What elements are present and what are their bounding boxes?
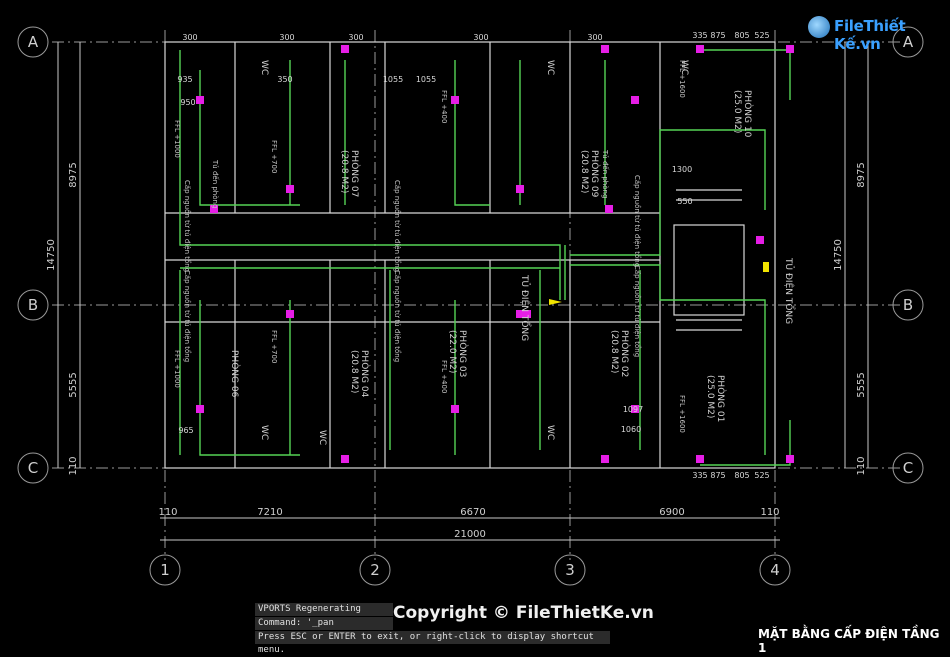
room-09: PHÒNG 09 (589, 150, 601, 198)
dim-525-b: 525 (754, 471, 769, 480)
dim-805-b: 805 (734, 471, 749, 480)
feed-label-1: Cấp nguồn từ tủ điện tổng (183, 180, 192, 272)
axis-1: 1 (160, 561, 170, 579)
axis-b-right: B (903, 296, 913, 314)
sheet-title: MẶT BẰNG CẤP ĐIỆN TẦNG 1 (758, 627, 940, 655)
feed-label-6: Cấp nguồn từ tủ điện tổng (633, 265, 642, 357)
feed-label-4: Cấp nguồn từ tủ điện tổng (393, 270, 402, 362)
dim-300-e: 300 (587, 33, 602, 42)
wc-label-4: WC (259, 425, 269, 440)
logo-icon (808, 16, 830, 38)
ffl-1: FFL +1000 (173, 120, 181, 158)
dim-335: 335 (692, 31, 707, 40)
dim-300-d: 300 (473, 33, 488, 42)
room-07: PHÒNG 07 (349, 150, 361, 197)
axis-4: 4 (770, 561, 780, 579)
ffl-labels: FFL +1000 FFL +700 FFL +400 FFL +1600 FF… (173, 60, 686, 433)
ffl-2: FFL +700 (270, 140, 278, 173)
room-04: PHÒNG 04 (359, 350, 371, 398)
axis-3: 3 (565, 561, 575, 579)
room-06: PHÒNG 06 (229, 350, 241, 398)
room-01: PHÒNG 01 (715, 375, 727, 422)
room-02-area: (20.8 M2) (609, 330, 619, 373)
room-10-area: (25.0 M2) (732, 90, 742, 133)
dim-1055-a: 1055 (383, 75, 403, 84)
dim-335-b: 335 (692, 471, 707, 480)
ffl-6: FFL +700 (270, 330, 278, 363)
dim-950: 950 (180, 98, 195, 107)
room-02: PHÒNG 02 (619, 330, 631, 377)
command-prompt[interactable]: Press ESC or ENTER to exit, or right-cli… (255, 631, 610, 655)
dim-350: 350 (277, 75, 292, 84)
command-history-line-2: Command: '_pan (255, 617, 393, 630)
room-03: PHÒNG 03 (457, 330, 469, 377)
wc-label-1: WC (259, 60, 269, 75)
ffl-7: FFL +400 (440, 360, 448, 393)
wiring (179, 49, 791, 466)
dim-bottom-6900: 6900 (659, 507, 684, 518)
dim-1055-b: 1055 (416, 75, 436, 84)
grid-axis-labels: A B C A B C 1 2 3 4 (28, 33, 914, 579)
copyright-watermark: Copyright © FileThietKe.vn (393, 603, 654, 623)
ffl-4: FFL +1600 (678, 60, 686, 98)
wc-label-6: WC (317, 430, 327, 445)
ffl-8: FFL +1600 (678, 395, 686, 433)
feed-label-2: Cấp nguồn từ tủ điện tổng (393, 180, 402, 272)
dim-1097: 1097 (623, 405, 643, 414)
dim-875-b: 875 (710, 471, 725, 480)
dim-805: 805 (734, 31, 749, 40)
dim-right-14750: 14750 (833, 239, 844, 271)
room-09-area: (20.8 M2) (579, 150, 589, 193)
dim-1300: 1300 (672, 165, 692, 174)
dim-total-21000: 21000 (454, 529, 486, 540)
dim-935: 935 (177, 75, 192, 84)
room-07-area: (20.8 M2) (339, 150, 349, 193)
dim-right-110: 110 (856, 456, 867, 475)
dim-525: 525 (754, 31, 769, 40)
dim-300-b: 300 (279, 33, 294, 42)
electrical-panel (549, 262, 769, 305)
dim-bottom-110-left: 110 (158, 507, 177, 518)
to-room-2: Tủ đến phòng (601, 149, 609, 198)
logo-text: FileThiết Kế.vn (834, 17, 906, 53)
axis-c-right: C (903, 459, 913, 477)
dim-875: 875 (710, 31, 725, 40)
dim-bottom-6670: 6670 (460, 507, 485, 518)
dim-right-5555: 5555 (856, 372, 867, 397)
axis-a-left: A (28, 33, 39, 51)
room-04-area: (20.8 M2) (349, 350, 359, 393)
wc-label-5: WC (545, 425, 555, 440)
dim-left-110: 110 (68, 456, 79, 475)
cad-drawing-canvas[interactable]: A B C A B C 1 2 3 4 8975 14750 5555 110 … (0, 0, 950, 647)
dim-bottom-7210: 7210 (257, 507, 282, 518)
electrical-devices (196, 45, 794, 463)
command-history-line-1: VPORTS Regenerating model. (255, 603, 393, 627)
axis-2: 2 (370, 561, 380, 579)
feed-label-3: Cấp nguồn từ tủ điện tổng (183, 270, 192, 362)
dim-965: 965 (178, 426, 193, 435)
dim-bottom-110-right: 110 (760, 507, 779, 518)
room-labels: PHÒNG 07 (20.8 M2) PHÒNG 09 (20.8 M2) PH… (229, 60, 796, 445)
ffl-5: FFL +1000 (173, 350, 181, 388)
dim-300-c: 300 (348, 33, 363, 42)
dim-left-14750: 14750 (46, 239, 57, 271)
axis-b-left: B (28, 296, 38, 314)
wc-label-2: WC (545, 60, 555, 75)
ffl-3: FFL +400 (440, 90, 448, 123)
dim-300-a: 300 (182, 33, 197, 42)
dim-right-8975: 8975 (856, 162, 867, 187)
feed-label-5: Cấp nguồn từ tủ điện tổng (633, 175, 642, 267)
axis-c-left: C (28, 459, 38, 477)
room-10: PHÒNG 10 (742, 90, 754, 138)
dim-left-8975: 8975 (68, 162, 79, 187)
to-room-1: Tủ đến phòng (211, 159, 219, 208)
panel-label: TỦ ĐIỆN TỔNG (783, 257, 796, 324)
dim-left-5555: 5555 (68, 372, 79, 397)
room-01-area: (25.0 M2) (705, 375, 715, 418)
panel-label-2: TỦ ĐIỆN TỔNG (519, 274, 532, 341)
filethietke-logo: FileThiết Kế.vn (808, 14, 920, 53)
dim-1060: 1060 (621, 425, 641, 434)
dim-550: 550 (677, 197, 692, 206)
